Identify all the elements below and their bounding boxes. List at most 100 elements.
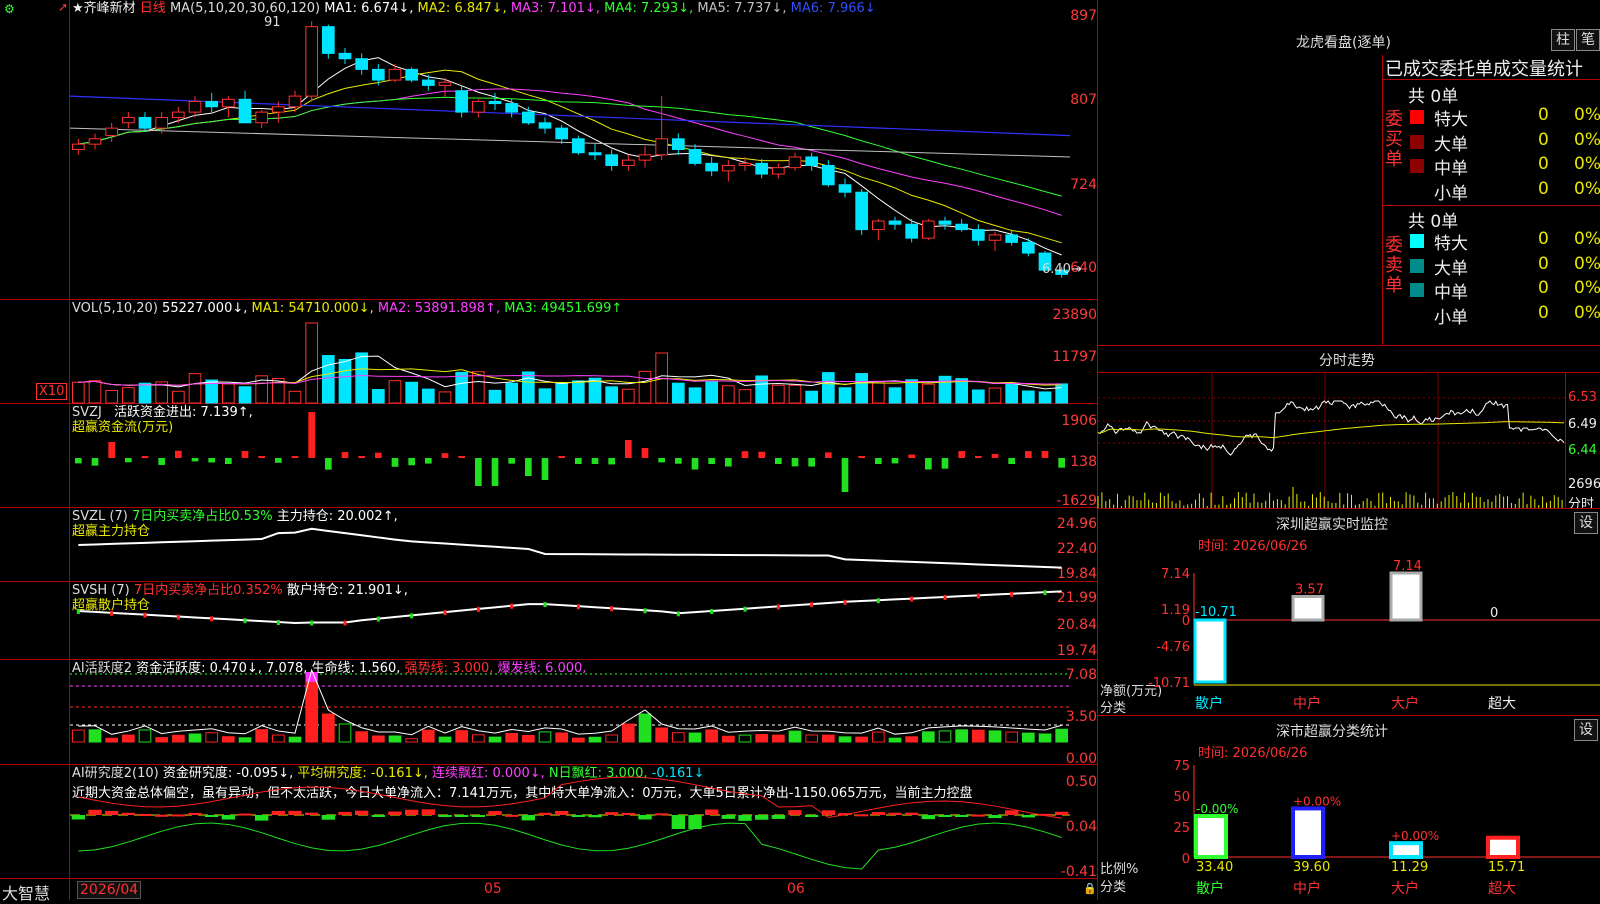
vol-scale-badge[interactable]: X10 (36, 383, 68, 400)
volume-bar (72, 381, 85, 404)
brand-logo[interactable]: 大智慧 (2, 880, 50, 904)
volume-bar (372, 389, 385, 404)
research-bar (188, 812, 202, 815)
flow-bar (991, 453, 999, 458)
flow-bar (425, 458, 432, 464)
volume-bar (238, 386, 252, 404)
monitor-settings-button[interactable]: 设 (1574, 512, 1598, 534)
candle (555, 127, 569, 140)
candle (372, 68, 385, 81)
research-bar (221, 815, 235, 820)
retail-tick (243, 618, 247, 624)
monitor-xlabel: 分类 (1100, 701, 1127, 716)
lock-icon[interactable]: 🔒 (1083, 882, 1097, 895)
activity-bar (172, 734, 185, 743)
bar-value: -10.71 (1195, 605, 1237, 620)
row-name: 大单 (1434, 134, 1468, 155)
activity-bar (472, 734, 485, 743)
flow-bar (925, 458, 932, 470)
candle (472, 100, 485, 113)
volume-bar (805, 390, 818, 404)
volume-bar (838, 387, 852, 404)
research-bar (1021, 815, 1035, 818)
flow-bar (225, 458, 232, 464)
candle (522, 111, 535, 124)
activity-bar (872, 731, 885, 743)
arrow-icon[interactable]: ➚ (58, 0, 68, 14)
main-header: ★齐峰新材 日线 MA(5,10,20,30,60,120) MA1: 6.67… (72, 1, 876, 17)
activity-bar (255, 729, 268, 743)
percent-label: +0.00% (1391, 829, 1439, 843)
volume-bar (922, 383, 935, 404)
flow-bar (608, 458, 615, 465)
candle (455, 90, 469, 113)
volume-bar (888, 387, 902, 404)
retail-tick (410, 613, 414, 619)
category-label: 中户 (1293, 880, 1321, 897)
row-volume: 0 (1538, 178, 1549, 199)
volume-bar (555, 383, 569, 404)
row-percent: 0% (1574, 129, 1600, 150)
research-bar (771, 815, 785, 819)
candle (922, 220, 935, 239)
activity-bar (605, 734, 618, 743)
flow-bar (875, 458, 882, 464)
research-bar (355, 810, 369, 815)
activity-bar (388, 735, 402, 743)
candlestick-chart[interactable] (69, 16, 1097, 299)
candle (905, 223, 918, 239)
volume-bar (422, 388, 435, 404)
row-percent: 0% (1574, 154, 1600, 174)
flow-bar (258, 456, 265, 458)
candle (638, 154, 652, 161)
settings-icon[interactable]: ⚙ (4, 2, 15, 16)
monitor-title: 深圳超赢实时监控 (1276, 517, 1388, 533)
retail-tick (1010, 591, 1014, 597)
vol-ma1: MA1: 54710.000↓, (251, 301, 374, 316)
chart-area[interactable]: ⚙ ➚ ★齐峰新材 日线 MA(5,10,20,30,60,120) MA1: … (0, 0, 1098, 903)
stock-name[interactable]: ★齐峰新材 (72, 1, 136, 16)
flow-bar (825, 452, 832, 458)
flow-bar (525, 458, 532, 476)
bar-mode-button[interactable]: 柱 (1551, 29, 1575, 51)
retail-holding-line (78, 590, 1062, 624)
divider (0, 299, 1097, 300)
retail-tick (343, 620, 347, 626)
candle (788, 156, 802, 169)
period-label[interactable]: 日线 (140, 1, 166, 16)
volume-bar (188, 373, 202, 404)
volume-bar (288, 390, 302, 404)
date-label: 05 (484, 881, 502, 897)
research-bar (638, 815, 652, 820)
activity-bar (505, 732, 519, 743)
fenshi-vol-label: 分时 (1568, 497, 1595, 512)
flow-bar (791, 458, 799, 467)
last-price-text: 6.40 (1042, 262, 1071, 277)
volume-bar (822, 372, 835, 404)
row-name: 中单 (1434, 283, 1468, 303)
research-bar (388, 811, 402, 815)
research-bar (705, 809, 719, 815)
research-bar (721, 815, 735, 819)
candle (705, 162, 718, 172)
date-cursor[interactable]: 2026/04 (77, 881, 142, 899)
classify-settings-button[interactable]: 设 (1574, 719, 1598, 741)
volume-bar (472, 371, 485, 404)
intraday-chart[interactable] (1097, 373, 1565, 508)
retail-tick (276, 620, 280, 626)
volume-bar (305, 322, 318, 404)
fund-flow-chart (75, 412, 1065, 492)
research-bar (405, 809, 419, 815)
retail-tick (476, 606, 480, 612)
candle (1005, 234, 1018, 243)
research-bar (655, 813, 669, 816)
flow-bar (358, 456, 365, 458)
flow-bar (725, 458, 732, 467)
flow-bar (941, 458, 949, 469)
ma6-value: MA6: 7.966↓ (790, 1, 876, 16)
volume-bar (872, 382, 885, 404)
flow-bar (741, 451, 749, 458)
volume-bar (388, 380, 402, 404)
tick-mode-button[interactable]: 笔 (1576, 29, 1600, 51)
flow-bar (1058, 458, 1065, 468)
